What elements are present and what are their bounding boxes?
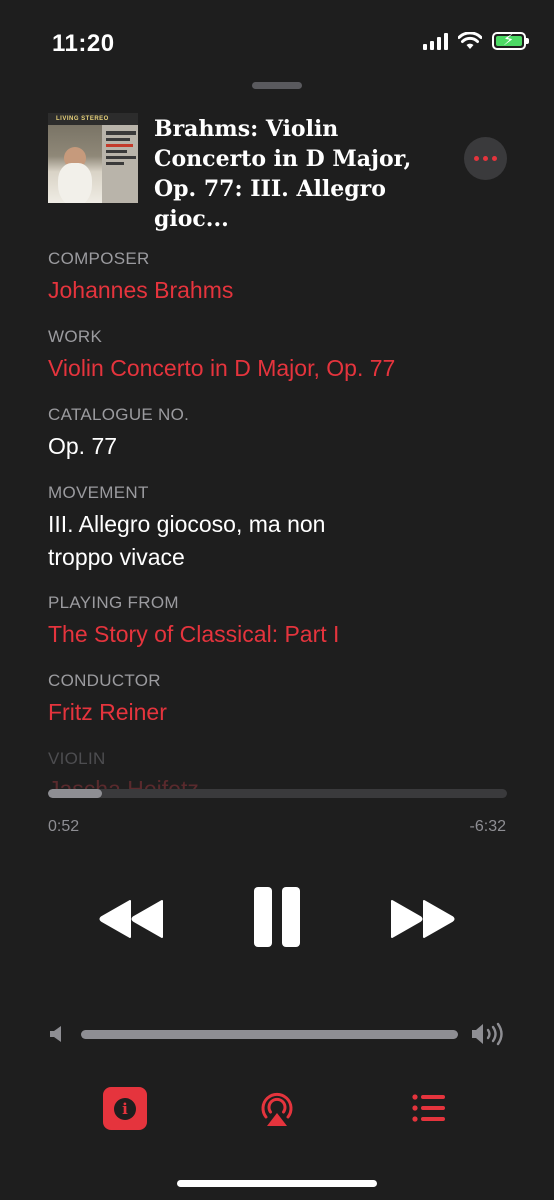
status-time: 11:20 [52,30,115,57]
rewind-button[interactable] [96,895,166,943]
playback-progress-fill [48,789,102,798]
info-button[interactable]: i [103,1087,147,1130]
violin-label: VIOLIN [48,749,106,768]
wifi-icon [458,32,482,49]
speaker-high-icon [472,1022,503,1046]
conductor-label: CONDUCTOR [48,671,161,690]
pause-button[interactable] [250,885,304,949]
work-field: WORK Violin Concerto in D Major, Op. 77 [48,327,395,384]
movement-value-line-2: troppo vivace [48,544,185,570]
speaker-low-icon [50,1026,61,1042]
queue-list-icon[interactable] [412,1094,446,1122]
rewind-icon [99,900,163,938]
battery-charging-icon: ⚡ [492,32,529,50]
conductor-field: CONDUCTOR Fritz Reiner [48,671,167,728]
playing-from-link[interactable]: The Story of Classical: Part I [48,619,339,650]
movement-value: III. Allegro giocoso, ma non troppo viva… [48,509,325,573]
composer-label: COMPOSER [48,249,150,268]
pause-icon [254,887,300,947]
album-artwork: LIVING STEREO [48,113,138,203]
now-playing-screen: 11:20 ⚡ LIVING STEREO Brahms: Violin Con… [0,0,554,1200]
work-link[interactable]: Violin Concerto in D Major, Op. 77 [48,353,395,384]
fast-forward-button[interactable] [388,895,458,943]
sheet-grabber[interactable] [252,82,302,89]
composer-field: COMPOSER Johannes Brahms [48,249,233,306]
fast-forward-icon [391,900,455,938]
playback-scrubber[interactable] [48,789,507,798]
catalogue-label: CATALOGUE NO. [48,405,190,424]
elapsed-time: 0:52 [48,818,80,835]
playing-from-label: PLAYING FROM [48,593,179,612]
more-options-button[interactable] [464,137,507,180]
violin-link[interactable]: Jascha Heifetz [48,775,199,789]
composer-link[interactable]: Johannes Brahms [48,275,233,306]
cellular-signal-icon [423,32,448,50]
home-indicator[interactable] [177,1180,377,1187]
info-icon: i [114,1097,136,1120]
catalogue-value: Op. 77 [48,433,118,459]
playing-from-field: PLAYING FROM The Story of Classical: Par… [48,593,339,650]
ellipsis-icon [474,156,479,161]
violin-field: VIOLIN Jascha Heifetz [48,749,199,789]
status-icons: ⚡ [423,32,529,50]
movement-label: MOVEMENT [48,483,149,502]
airplay-icon[interactable] [257,1090,297,1128]
song-title: Brahms: Violin Concerto in D Major, Op. … [154,116,412,232]
movement-value-line-1: III. Allegro giocoso, ma non [48,511,326,537]
catalogue-field: CATALOGUE NO. Op. 77 [48,405,189,462]
movement-field: MOVEMENT III. Allegro giocoso, ma non tr… [48,483,325,573]
volume-level-fill [81,1030,458,1039]
remaining-time: -6:32 [469,818,506,835]
volume-slider[interactable] [81,1030,458,1039]
conductor-link[interactable]: Fritz Reiner [48,697,167,728]
work-label: WORK [48,327,103,346]
artwork-banner: LIVING STEREO [48,113,138,125]
